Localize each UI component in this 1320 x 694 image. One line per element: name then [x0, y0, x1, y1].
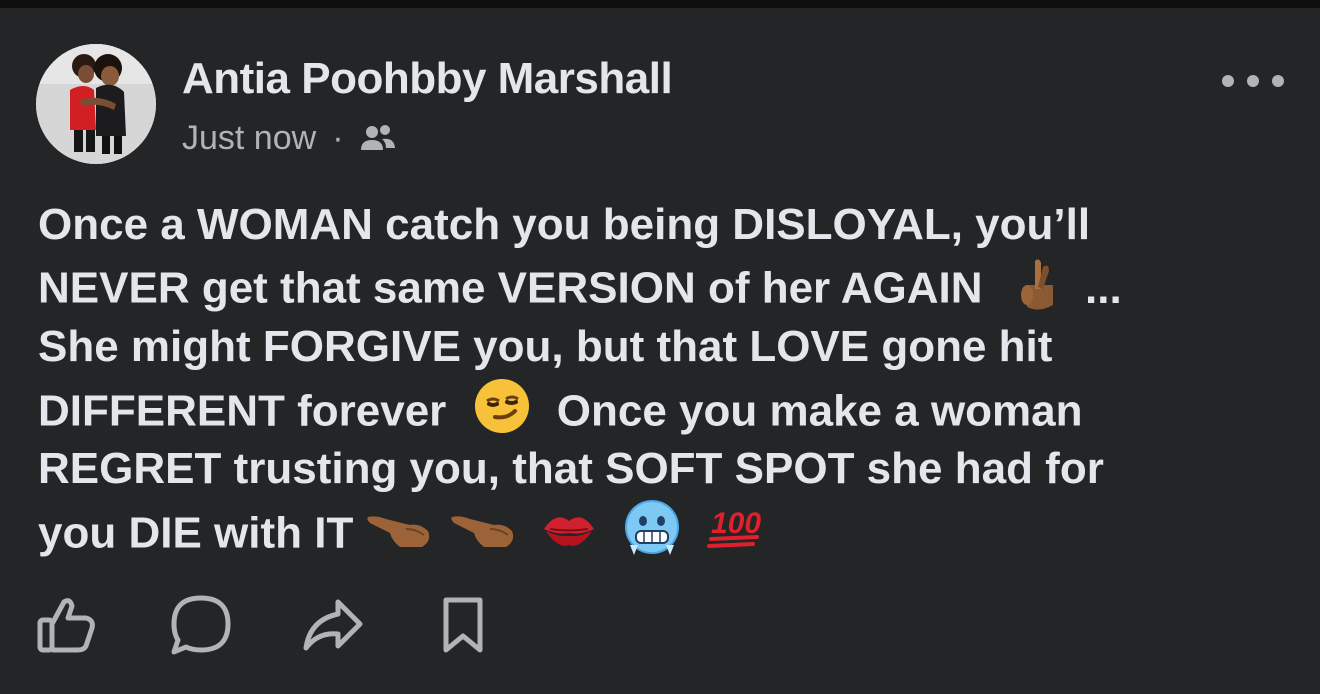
comment-icon[interactable] — [170, 594, 232, 656]
share-icon[interactable] — [302, 594, 364, 656]
comment-button[interactable] — [170, 594, 232, 656]
pointing-hand-icon — [450, 506, 522, 567]
svg-text:100: 100 — [711, 507, 761, 540]
avatar[interactable] — [36, 44, 156, 164]
author-name[interactable]: Antia Poohbby Marshall — [182, 54, 673, 104]
friends-icon[interactable] — [358, 122, 398, 154]
post-line: DIFFERENT forever Once you make a woman — [38, 377, 1298, 438]
timestamp[interactable]: Just now — [182, 119, 316, 158]
post-body: Once a WOMAN catch you being DISLOYAL, y… — [38, 194, 1298, 560]
post-line: REGRET trusting you, that SOFT SPOT she … — [38, 444, 1104, 493]
post-line: She might FORGIVE you, but that LOVE gon… — [38, 322, 1053, 371]
kiss-mark-icon — [540, 505, 598, 567]
post-card: Antia Poohbby Marshall Just now · Once a… — [0, 8, 1320, 694]
ellipsis-icon[interactable] — [1222, 66, 1284, 96]
save-button[interactable] — [440, 594, 486, 656]
cold-face-icon — [624, 499, 680, 573]
pointing-hand-icon — [366, 506, 438, 567]
post-line: NEVER get that same VERSION of her AGAIN… — [38, 255, 1298, 316]
top-border — [0, 0, 1320, 8]
share-button[interactable] — [302, 594, 364, 656]
like-button[interactable] — [36, 594, 96, 656]
save-icon[interactable] — [440, 594, 486, 656]
like-icon[interactable] — [36, 594, 96, 656]
post-line: Once a WOMAN catch you being DISLOYAL, y… — [38, 200, 1091, 249]
meta-separator: · — [332, 118, 344, 157]
post-meta: Just now · — [182, 118, 398, 158]
hundred-points-icon: 100 — [706, 503, 763, 569]
post-line: you DIE with IT 100 — [38, 499, 1298, 560]
avatar-photo — [36, 44, 156, 164]
